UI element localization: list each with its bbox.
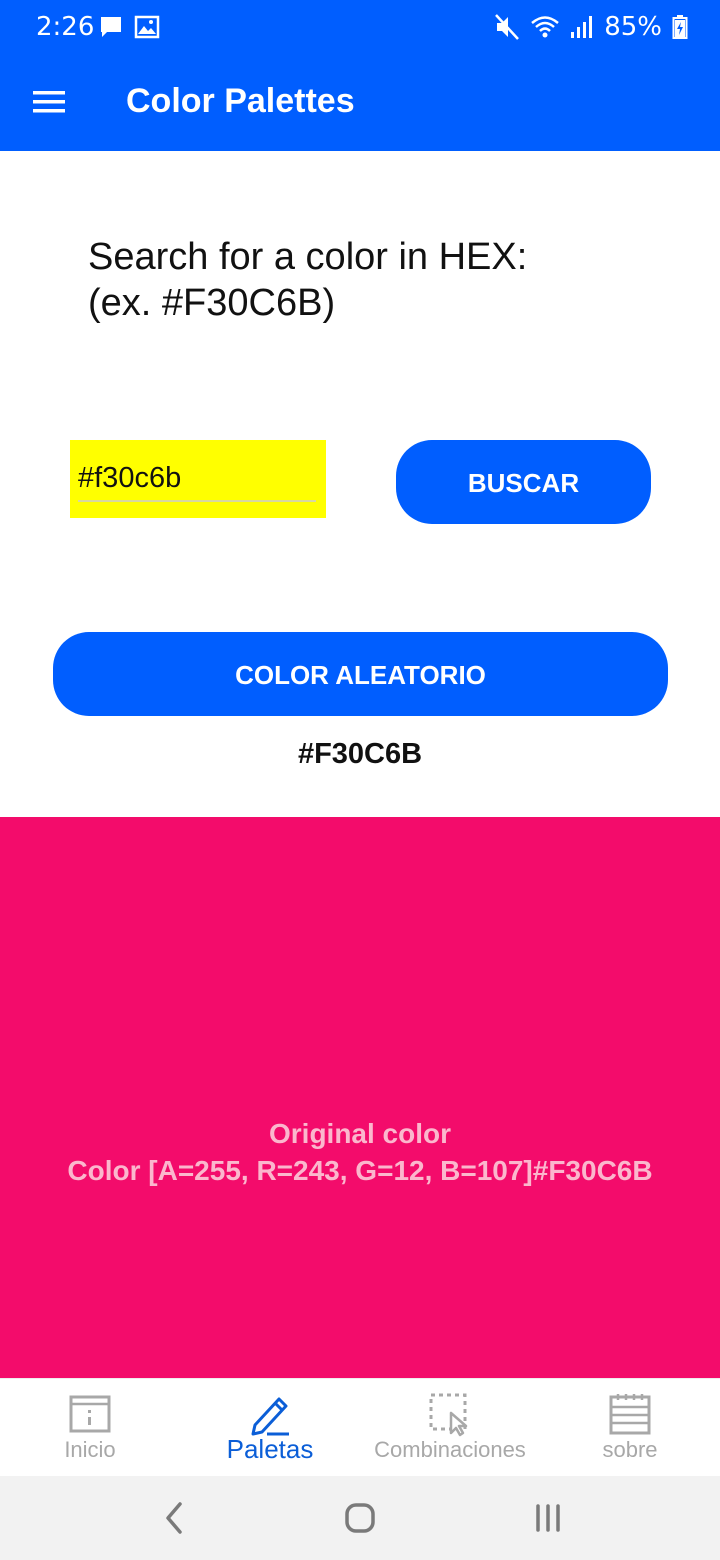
back-icon[interactable] <box>150 1494 198 1542</box>
search-prompt: Search for a color in HEX: (ex. #F30C6B) <box>88 234 668 326</box>
browser-window-icon <box>69 1395 111 1433</box>
swatch-label: Original color <box>268 1118 452 1149</box>
recents-icon[interactable] <box>524 1494 572 1542</box>
status-left-icons <box>98 14 160 40</box>
hamburger-menu-icon[interactable] <box>26 83 74 123</box>
search-prompt-line2: (ex. #F30C6B) <box>88 282 336 324</box>
search-button[interactable]: BUSCAR <box>396 440 651 524</box>
status-time: 2:26 <box>36 12 95 42</box>
select-cursor-icon <box>429 1393 468 1437</box>
random-color-button[interactable]: COLOR ALEATORIO <box>53 632 668 716</box>
chat-icon <box>101 17 121 37</box>
wifi-icon <box>531 16 560 38</box>
nav-label-sobre: sobre <box>602 1437 658 1462</box>
image-icon <box>134 15 160 39</box>
mute-icon <box>495 14 520 40</box>
nav-item-paletas[interactable]: Paletas <box>180 1379 360 1477</box>
nav-label-paletas: Paletas <box>226 1434 314 1464</box>
signal-icon <box>571 16 593 38</box>
color-swatch: Original color Color [A=255, R=243, G=12… <box>0 817 720 1378</box>
nav-item-combinaciones[interactable]: Combinaciones <box>360 1379 540 1477</box>
search-prompt-line1: Search for a color in HEX: <box>88 236 528 278</box>
hex-input-container <box>70 440 326 518</box>
list-icon <box>609 1394 651 1435</box>
screen: 2:26 85% Color Palettes Search for a col… <box>0 0 720 1560</box>
swatch-text: Original color Color [A=255, R=243, G=12… <box>0 1115 720 1189</box>
system-nav-bar <box>0 1476 720 1560</box>
home-icon[interactable] <box>336 1494 384 1542</box>
battery-icon <box>672 15 688 39</box>
app-bar: Color Palettes <box>0 56 720 151</box>
status-bar: 2:26 85% <box>0 0 720 56</box>
nav-item-sobre[interactable]: sobre <box>540 1379 720 1477</box>
hex-input[interactable] <box>78 456 316 502</box>
app-title: Color Palettes <box>126 82 355 120</box>
nav-item-inicio[interactable]: Inicio <box>0 1379 180 1477</box>
nav-label-inicio: Inicio <box>64 1437 116 1462</box>
battery-percentage: 85% <box>604 12 662 42</box>
pencil-icon <box>251 1397 289 1436</box>
swatch-details: Color [A=255, R=243, G=12, B=107]#F30C6B <box>67 1155 653 1186</box>
nav-label-combinaciones: Combinaciones <box>374 1437 526 1462</box>
status-right: 85% <box>494 12 688 42</box>
hex-result: #F30C6B <box>297 738 423 770</box>
bottom-nav: Inicio Paletas Combinaciones sobre <box>0 1378 720 1477</box>
